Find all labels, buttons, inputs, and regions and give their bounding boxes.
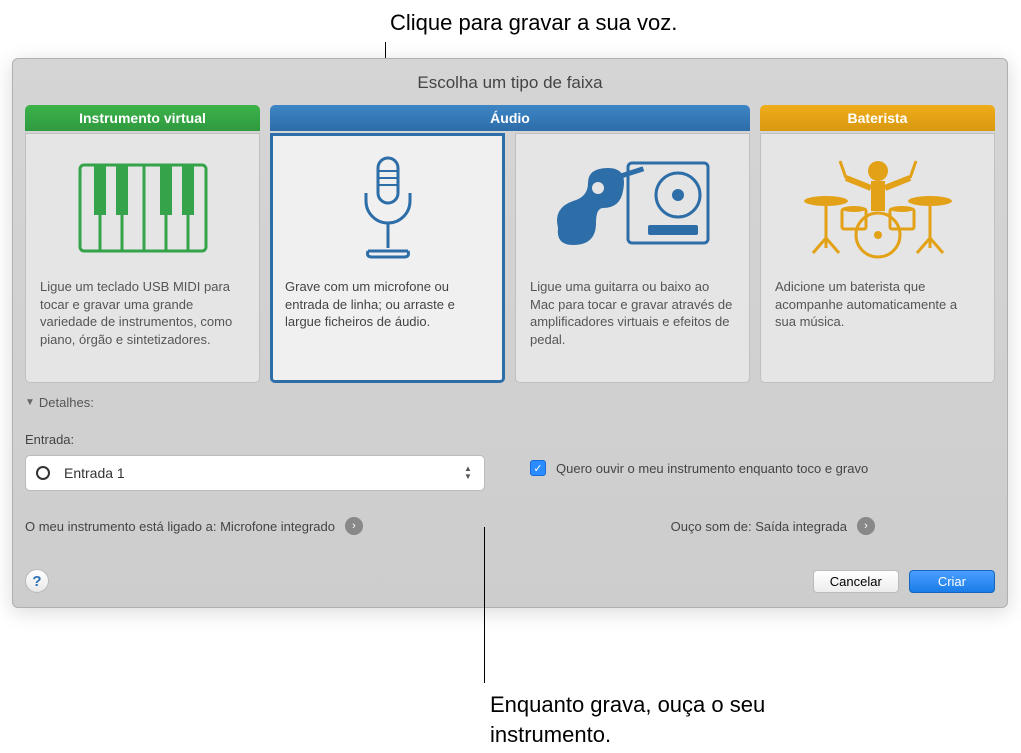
tab-virtual-instrument[interactable]: Instrumento virtual: [25, 105, 260, 131]
details-panel: Entrada: Entrada 1 ▲▼ ✓ Quero ouvir o me…: [25, 416, 995, 535]
input-label: Entrada:: [25, 432, 490, 447]
tab-audio[interactable]: Áudio: [270, 105, 750, 131]
card-drummer-desc: Adicione um baterista que acompanhe auto…: [775, 278, 980, 331]
card-microphone[interactable]: Grave com um microfone ou entrada de lin…: [270, 133, 505, 383]
card-virtual-instrument[interactable]: Ligue um teclado USB MIDI para tocar e g…: [25, 133, 260, 383]
tabs-row: Instrumento virtual Áudio Baterista: [25, 105, 995, 131]
track-type-dialog: Escolha um tipo de faixa Instrumento vir…: [12, 58, 1008, 608]
cancel-button[interactable]: Cancelar: [813, 570, 899, 593]
microphone-icon: [285, 148, 490, 268]
input-value: Entrada 1: [64, 465, 125, 481]
drummer-icon: [775, 148, 980, 268]
card-guitar-desc: Ligue uma guitarra ou baixo ao Mac para …: [530, 278, 735, 348]
guitar-icon: [530, 148, 735, 268]
output-settings-button[interactable]: ›: [857, 517, 875, 535]
callout-bottom: Enquanto grava, ouça o seu instrumento.: [490, 690, 790, 749]
output-device-text: Ouço som de: Saída integrada: [671, 519, 847, 534]
input-select[interactable]: Entrada 1 ▲▼: [25, 455, 485, 491]
piano-icon: [40, 148, 245, 268]
monitor-checkbox[interactable]: ✓: [530, 460, 546, 476]
connected-device-text: O meu instrumento está ligado a: Microfo…: [25, 519, 335, 534]
card-guitar[interactable]: Ligue uma guitarra ou baixo ao Mac para …: [515, 133, 750, 383]
card-virtual-desc: Ligue um teclado USB MIDI para tocar e g…: [40, 278, 245, 348]
details-label: Detalhes:: [39, 395, 94, 410]
dialog-title: Escolha um tipo de faixa: [25, 73, 995, 93]
input-settings-button[interactable]: ›: [345, 517, 363, 535]
input-channel-icon: [36, 466, 50, 480]
card-microphone-desc: Grave com um microfone ou entrada de lin…: [285, 278, 490, 331]
callout-line-bottom: [484, 527, 485, 683]
callout-top: Clique para gravar a sua voz.: [390, 10, 677, 36]
select-arrows-icon: ▲▼: [460, 463, 476, 483]
disclosure-triangle-icon: ▼: [25, 397, 35, 408]
card-drummer[interactable]: Adicione um baterista que acompanhe auto…: [760, 133, 995, 383]
dialog-footer: ? Cancelar Criar: [25, 555, 995, 593]
details-toggle[interactable]: ▼ Detalhes:: [25, 395, 995, 410]
cards-row: Ligue um teclado USB MIDI para tocar e g…: [25, 133, 995, 383]
create-button[interactable]: Criar: [909, 570, 995, 593]
monitor-label: Quero ouvir o meu instrumento enquanto t…: [556, 461, 868, 476]
tab-drummer[interactable]: Baterista: [760, 105, 995, 131]
help-button[interactable]: ?: [25, 569, 49, 593]
